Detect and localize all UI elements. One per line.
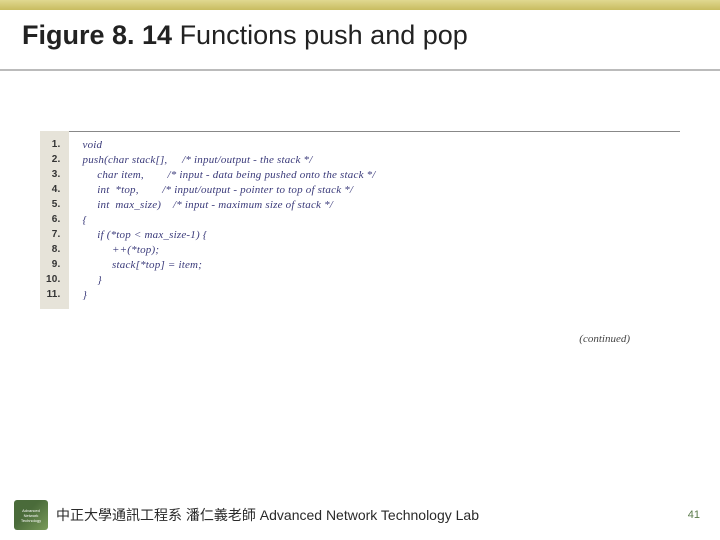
top-border	[0, 0, 720, 10]
title-area: Figure 8. 14 Functions push and pop	[0, 10, 720, 71]
footer-zh: 中正大學通訊工程系 潘仁義老師	[56, 507, 260, 523]
figure-caption: Functions push and pop	[172, 20, 468, 50]
line-numbers: 1.2.3.4.5.6.7.8.9.10.11.	[40, 131, 69, 309]
code-listing: 1.2.3.4.5.6.7.8.9.10.11. void push(char …	[40, 131, 680, 309]
figure-number: Figure 8. 14	[22, 20, 172, 50]
footer-text: 中正大學通訊工程系 潘仁義老師 Advanced Network Technol…	[56, 505, 688, 525]
lab-logo-icon: AdvancedNetworkTechnology	[14, 500, 48, 530]
page-title: Figure 8. 14 Functions push and pop	[22, 20, 698, 51]
footer-en: Advanced Network Technology Lab	[260, 507, 479, 523]
continued-label: (continued)	[40, 309, 680, 345]
content: 1.2.3.4.5.6.7.8.9.10.11. void push(char …	[0, 71, 720, 345]
footer: AdvancedNetworkTechnology 中正大學通訊工程系 潘仁義老…	[0, 500, 720, 530]
code-lines: void push(char stack[], /* input/output …	[69, 131, 680, 309]
page-number: 41	[688, 509, 706, 521]
